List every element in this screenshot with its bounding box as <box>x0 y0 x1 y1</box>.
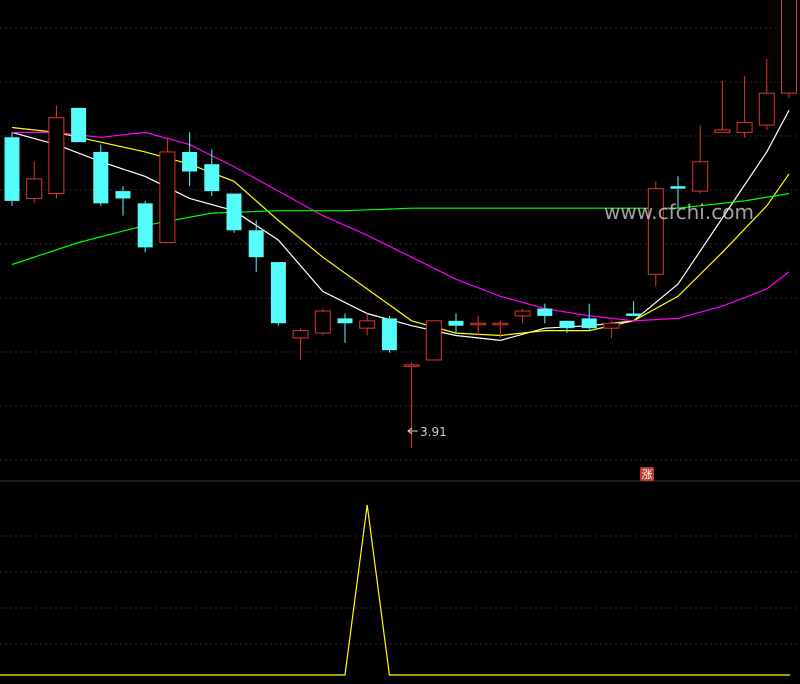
candle-body <box>159 151 176 244</box>
candle <box>270 262 286 326</box>
candle <box>714 80 731 133</box>
candle-body <box>381 318 397 351</box>
candlestick-layer <box>4 0 797 449</box>
ma10-line <box>11 126 790 337</box>
candle <box>514 308 531 324</box>
candle <box>736 76 753 138</box>
indicator-line <box>0 504 790 676</box>
candle-body <box>425 320 442 361</box>
indicator-layer <box>0 504 790 676</box>
candle-body <box>226 193 242 231</box>
low-price-label: 3.91 <box>420 425 447 439</box>
candle <box>603 320 620 338</box>
candle <box>448 313 464 334</box>
candle <box>71 107 87 143</box>
ma20-line <box>12 131 790 322</box>
watermark: www.cfchi.com <box>604 200 754 224</box>
candle <box>4 132 20 206</box>
candle <box>403 362 420 449</box>
candle-body <box>626 313 642 316</box>
candle <box>626 301 642 316</box>
candle-body <box>514 310 531 317</box>
candle <box>337 313 353 343</box>
candle-body <box>4 137 20 201</box>
candle <box>647 181 664 287</box>
candle <box>359 313 376 336</box>
candle <box>559 320 575 334</box>
candle <box>381 315 397 353</box>
candle-body <box>359 320 376 329</box>
candle-body <box>581 318 597 329</box>
candle <box>781 0 797 99</box>
candle <box>93 144 109 206</box>
candle <box>226 193 242 233</box>
candle-body <box>182 151 198 172</box>
candle <box>292 328 309 360</box>
candle-body <box>270 262 286 324</box>
candle <box>204 149 220 196</box>
candle-body <box>714 129 731 133</box>
rise-badge-label: 涨 <box>642 468 653 481</box>
candle-body <box>692 161 709 192</box>
candle <box>425 320 442 361</box>
candle-body <box>559 320 575 329</box>
candle-body <box>248 230 264 258</box>
candle-body <box>71 107 87 143</box>
candle <box>314 308 331 336</box>
candle <box>137 200 153 253</box>
candle-body <box>292 330 309 339</box>
stock-chart: www.cfchi.com 3.91 涨 <box>0 0 800 680</box>
candle-body <box>448 320 464 326</box>
candle-body <box>603 322 620 329</box>
grid-layer <box>0 27 800 645</box>
low-price-marker: 3.91 <box>407 425 447 439</box>
candle-body <box>492 322 509 326</box>
candle <box>758 58 775 130</box>
candle <box>48 105 65 199</box>
candle-body <box>48 117 65 195</box>
chart-canvas: www.cfchi.com 3.91 涨 <box>0 0 800 676</box>
candle-body <box>537 308 553 316</box>
candle-body <box>93 151 109 204</box>
candle-body <box>736 122 753 133</box>
candle-body <box>204 164 220 192</box>
candle-body <box>758 92 775 126</box>
candle-body <box>403 364 420 367</box>
rise-badge: 涨 <box>640 467 654 481</box>
moving-average-layer <box>11 110 790 342</box>
candle-body <box>137 203 153 248</box>
candle <box>692 125 709 194</box>
candle-body <box>26 178 43 199</box>
candle <box>581 303 597 331</box>
candle-body <box>115 191 131 199</box>
candle-body <box>314 310 331 334</box>
candle-body <box>337 318 353 324</box>
candle <box>115 186 131 216</box>
candle <box>159 137 176 244</box>
candle <box>26 161 43 204</box>
candle-body <box>781 0 797 94</box>
candle-body <box>470 322 487 326</box>
candle <box>182 132 198 187</box>
ma5-line <box>11 110 790 342</box>
candle <box>470 315 487 336</box>
candle-body <box>670 186 686 189</box>
